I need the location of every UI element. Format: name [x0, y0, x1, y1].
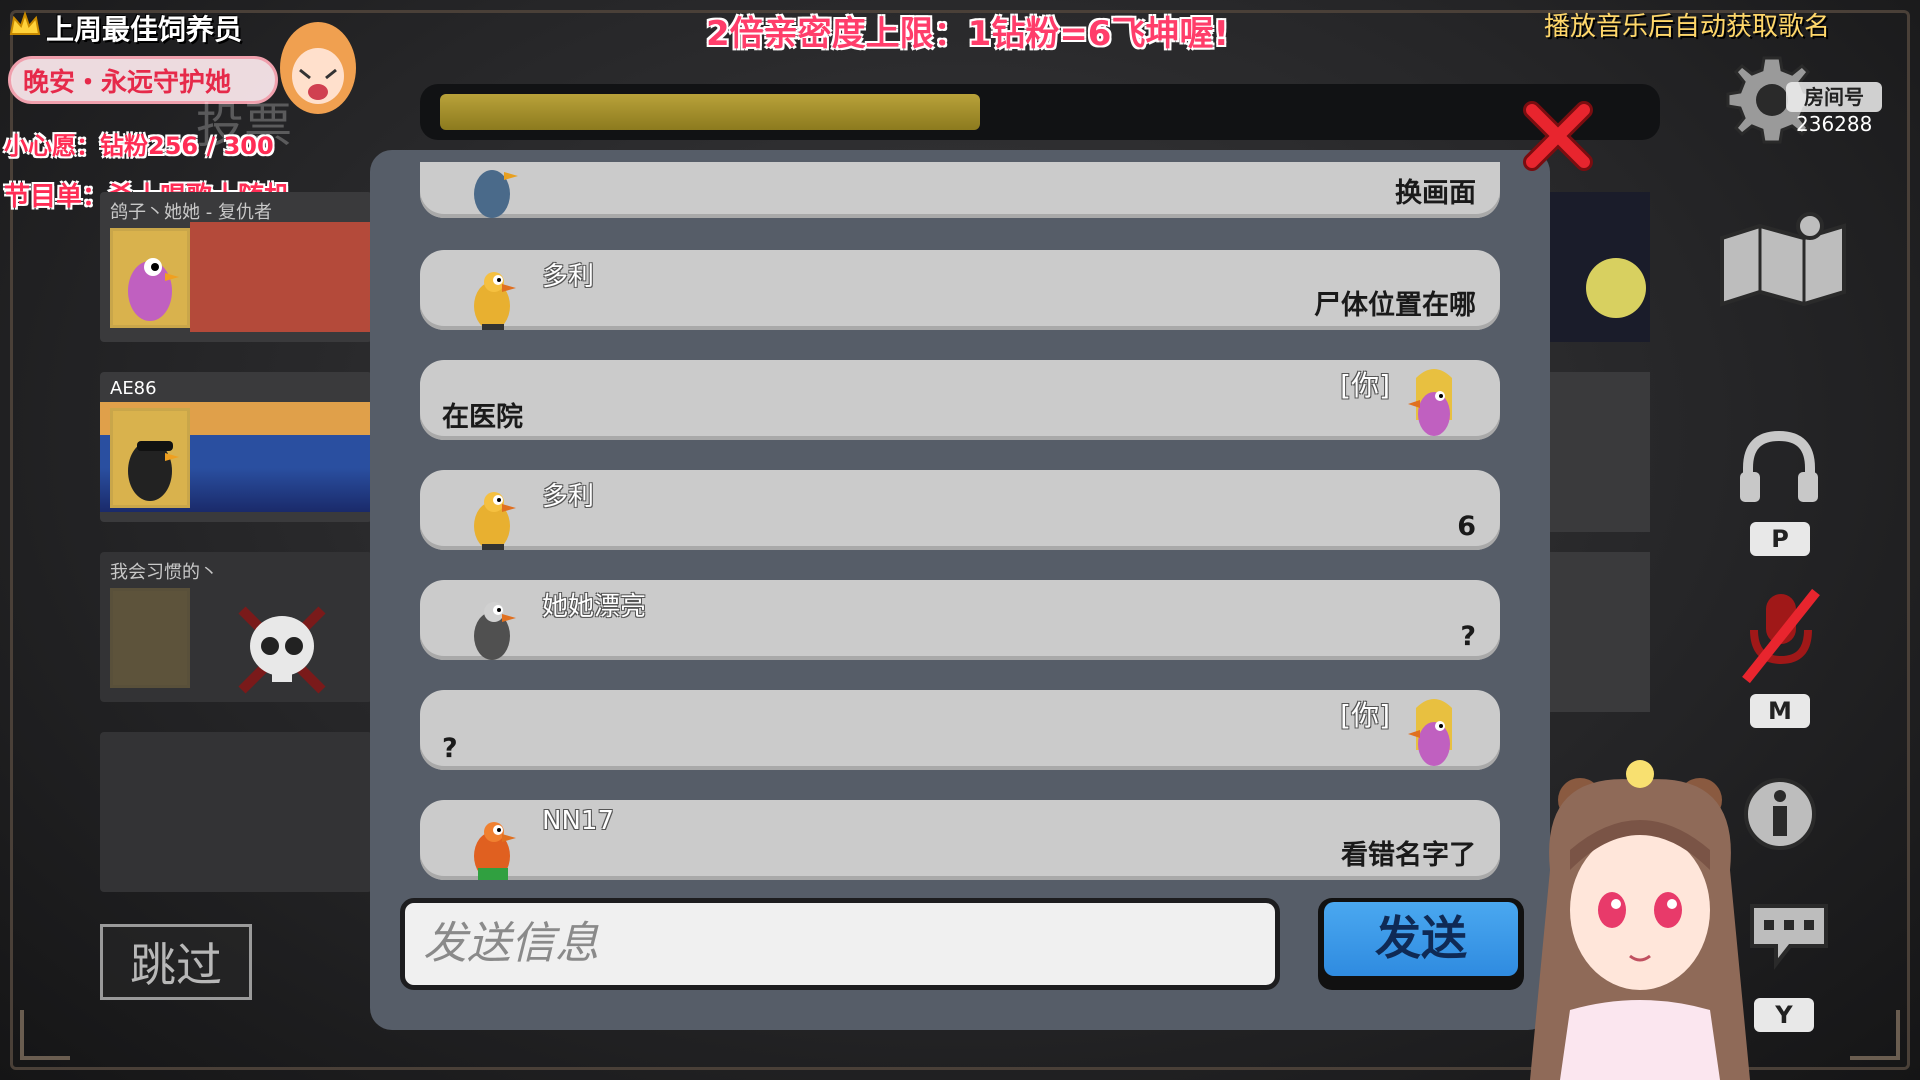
self-tag: [你] [1340, 369, 1390, 402]
duck-avatar-icon [474, 272, 516, 330]
vtuber-avatar [1530, 760, 1750, 1080]
intimacy-notice: 2倍亲密度上限：1钻粉=6飞坤喔! [706, 14, 1229, 54]
duck-avatar-icon [474, 170, 518, 218]
sender-name: 多利 [542, 482, 595, 512]
chat-message-list[interactable]: 换画面 多利 尸体位置在哪 [你] 在医院 多利 6 她她漂亮 ? [你] ? … [420, 162, 1500, 1022]
duck-avatar-icon [1408, 369, 1452, 436]
chat-message: NN17 看错名字了 [420, 800, 1500, 880]
duck-avatar-icon [128, 258, 179, 321]
player-portrait [110, 588, 190, 688]
chat-message: 多利 6 [420, 470, 1500, 550]
headphones-icon[interactable] [1736, 428, 1822, 504]
sender-name: 她她漂亮 [542, 592, 647, 622]
frame-corner-bottom-right [1850, 1010, 1900, 1060]
frame-corner-bottom-left [20, 1010, 70, 1060]
player-portrait [110, 408, 190, 508]
music-notice: 播放音乐后自动获取歌名 [1544, 12, 1831, 42]
vote-timer-bar [420, 84, 1660, 140]
message-text: 尸体位置在哪 [1314, 290, 1476, 321]
chat-message: 多利 尸体位置在哪 [420, 250, 1500, 330]
message-text: 看错名字了 [1341, 840, 1476, 871]
room-number-label: 房间号 [1786, 82, 1882, 112]
chat-message: 换画面 [420, 162, 1500, 218]
message-text: ? [1460, 621, 1476, 652]
player-card-background [1550, 552, 1650, 712]
moon-icon [1586, 258, 1646, 318]
player-card-empty [100, 732, 372, 892]
chat-panel: 换画面 多利 尸体位置在哪 [你] 在医院 多利 6 她她漂亮 ? [你] ? … [370, 150, 1550, 1030]
chat-message-self: [你] ? [420, 690, 1500, 770]
crown-icon [9, 10, 41, 35]
message-text: 6 [1457, 511, 1476, 542]
sender-name: 多利 [542, 262, 595, 292]
card-background [190, 222, 372, 332]
duck-avatar-icon [128, 441, 179, 501]
sender-name: NN17 [542, 806, 614, 836]
player-card[interactable]: AE86 [100, 372, 372, 522]
self-tag: [你] [1340, 699, 1390, 732]
duck-avatar-icon [474, 602, 516, 660]
skip-vote-button[interactable]: 跳过 [100, 924, 252, 1000]
mute-key: M [1750, 694, 1810, 728]
chat-message-input[interactable]: 发送信息 [400, 898, 1280, 990]
player-name: 我会习惯的丶 [110, 562, 218, 583]
vote-timer-fill [440, 94, 980, 130]
game-screen: 上周最佳饲养员 晚安・永远守护她 投票 小心愿：钻粉256 / 300 节目单：… [0, 0, 1920, 1080]
map-icon[interactable] [1716, 208, 1850, 312]
streamer-chibi-avatar [280, 22, 356, 114]
duck-avatar-icon [1408, 699, 1452, 766]
send-button-label: 发送 [1324, 902, 1518, 976]
small-wish-counter: 小心愿：钻粉256 / 300 [4, 132, 274, 160]
message-text: 在医院 [442, 402, 523, 433]
message-text: 换画面 [1395, 178, 1476, 209]
player-card[interactable]: 鸽子丶她她 - 复仇者 [100, 192, 372, 342]
player-name: AE86 [110, 378, 157, 399]
player-card-background [1550, 372, 1650, 532]
duck-avatar-icon [474, 822, 516, 880]
chat-key: Y [1754, 998, 1814, 1032]
close-icon[interactable] [1520, 98, 1596, 174]
player-card-background [1550, 192, 1650, 342]
player-portrait [110, 228, 190, 328]
chat-message: 她她漂亮 ? [420, 580, 1500, 660]
push-to-talk-key: P [1750, 522, 1810, 556]
chat-message-self: [你] 在医院 [420, 360, 1500, 440]
message-text: ? [442, 733, 458, 764]
mic-muted-icon[interactable] [1736, 586, 1826, 686]
room-number: 236288 [1796, 112, 1873, 136]
best-keeper-title: 上周最佳饲养员 [46, 13, 243, 46]
player-card-dead[interactable]: 我会习惯的丶 [100, 552, 372, 702]
player-name: 鸽子丶她她 - 复仇者 [110, 202, 272, 223]
duck-avatar-icon [474, 492, 516, 550]
send-button[interactable]: 发送 [1318, 898, 1524, 990]
dead-skull-icon [238, 606, 326, 694]
